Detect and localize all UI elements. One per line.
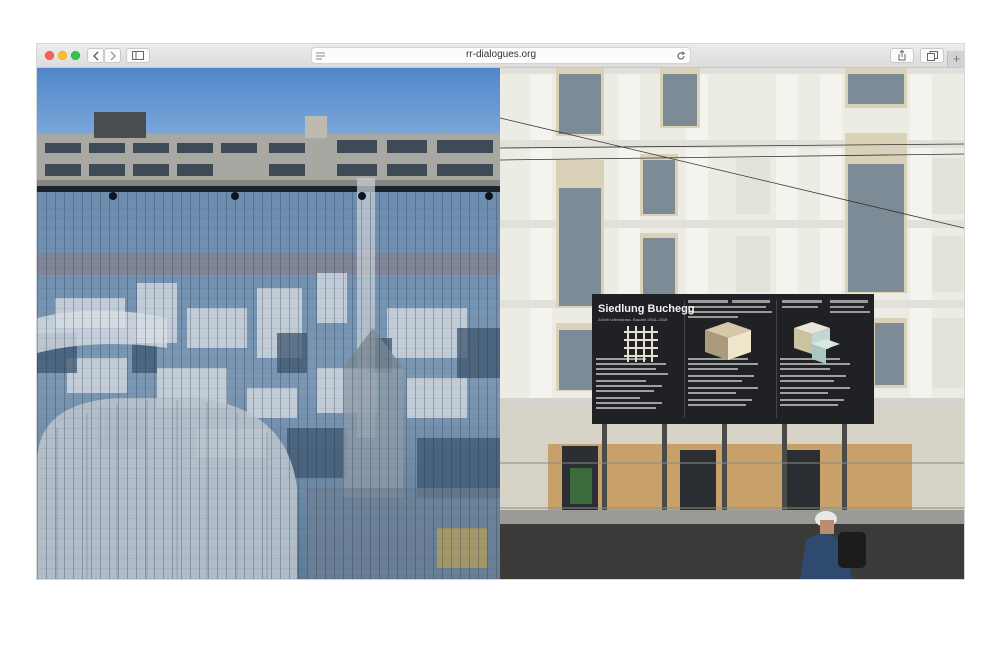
browser-window: rr-dialogues.org + Siedlung Buchegg Züri… bbox=[37, 44, 964, 579]
sign-title: Siedlung Buchegg bbox=[598, 303, 695, 315]
close-window-button[interactable] bbox=[45, 51, 54, 60]
page-content: Siedlung Buchegg Zürich Unterstrass. Bau… bbox=[37, 68, 964, 579]
forward-button[interactable] bbox=[104, 48, 121, 63]
sidebar-button[interactable] bbox=[126, 48, 150, 63]
new-tab-button[interactable]: + bbox=[947, 51, 964, 67]
sidebar-icon bbox=[132, 51, 144, 60]
stacked-blocks-icon bbox=[705, 322, 751, 360]
tabs-button[interactable] bbox=[920, 48, 944, 63]
back-button[interactable] bbox=[87, 48, 104, 63]
minimize-window-button[interactable] bbox=[58, 51, 67, 60]
photo-rotterdam-fence bbox=[37, 68, 500, 579]
address-bar[interactable]: rr-dialogues.org bbox=[311, 47, 691, 64]
share-button[interactable] bbox=[890, 48, 914, 63]
zoom-window-button[interactable] bbox=[71, 51, 80, 60]
construction-sign: Siedlung Buchegg Zürich Unterstrass. Bau… bbox=[592, 294, 874, 424]
title-bar: rr-dialogues.org + bbox=[37, 44, 964, 68]
chevron-right-icon bbox=[110, 51, 116, 60]
photo-siedlung-buchegg: Siedlung Buchegg Zürich Unterstrass. Bau… bbox=[500, 68, 964, 579]
share-icon bbox=[898, 50, 906, 61]
reload-icon[interactable] bbox=[676, 51, 686, 61]
url-text: rr-dialogues.org bbox=[465, 49, 537, 60]
sign-subtitle: Zürich Unterstrass. Bauzeit 2016–2018 bbox=[598, 317, 668, 322]
tabs-icon bbox=[926, 50, 938, 61]
chevron-left-icon bbox=[92, 51, 98, 60]
